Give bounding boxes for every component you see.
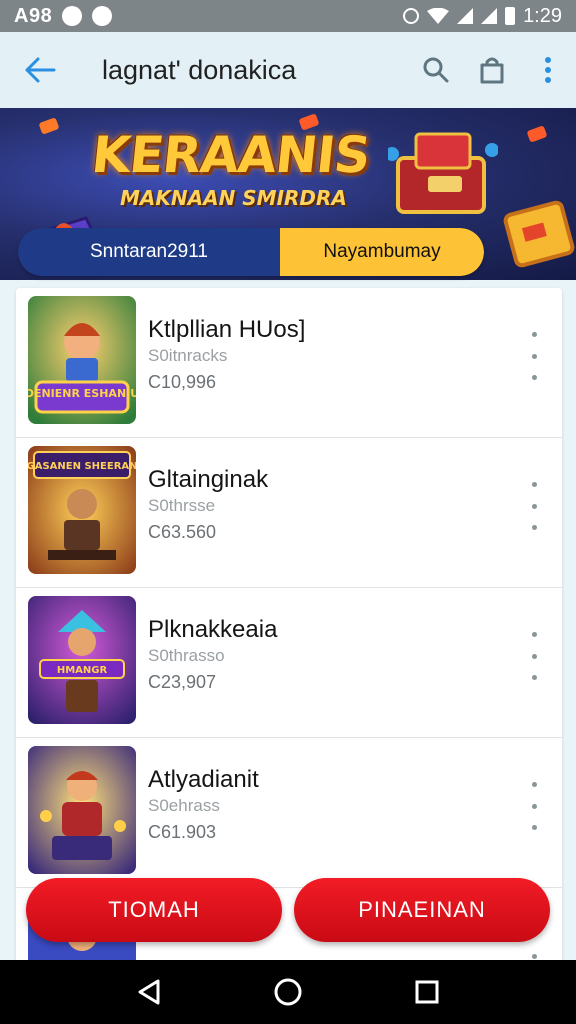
game-thumbnail: HMANGR [28,596,136,724]
status-bar: A98 1:29 [0,0,576,32]
banner-pill-right[interactable]: Nayambumay [280,228,484,276]
list-item[interactable]: HMANGR Plknakkeaia S0thrasso C23,907 [16,588,562,738]
page-title: lagnat' donakica [102,54,297,85]
alarm-icon [403,8,420,24]
item-more-button[interactable] [522,782,546,830]
game-thumbnail [28,746,136,874]
item-more-button[interactable] [522,332,546,380]
game-thumbnail: GASANEN SHEERAN [28,446,136,574]
more-vert-icon [531,332,537,337]
status-right-icons: 1:29 [403,5,562,28]
search-button[interactable] [408,32,464,108]
system-nav-bar [0,960,576,1024]
treasure-chest-icon [388,132,498,214]
game-list: DENIENR ESHANIU Ktlpllian HUos] S0itnrac… [16,288,562,968]
back-button[interactable] [0,32,80,108]
item-count: C63.560 [148,522,217,542]
nav-recents-button[interactable] [407,972,447,1012]
item-count: C61.903 [148,822,217,842]
thumbnail-text: GASANEN SHEERAN [28,461,136,472]
nav-home-button[interactable] [268,972,308,1012]
back-arrow-icon [25,57,56,83]
chat-icon [92,6,113,26]
item-subtitle: S0thrasso [148,646,225,665]
item-title: Plknakkeaia [148,616,278,643]
banner-subtitle: MAKNAAN SMIRDRA [120,186,347,210]
item-title: Atlyadianit [148,766,259,793]
more-options-button[interactable] [520,32,576,108]
status-left-text: A98 [14,4,53,27]
more-vert-icon [531,632,537,637]
nav-home-icon [274,978,302,1006]
item-more-button[interactable] [522,632,546,680]
item-more-button[interactable] [522,482,546,530]
banner-pill-left[interactable]: Snntaran2911 [18,228,280,276]
status-time: 1:29 [523,4,562,27]
item-title: Gltainginak [148,466,269,493]
wifi-icon [427,8,450,24]
list-item[interactable]: DENIENR ESHANIU Ktlpllian HUos] S0itnrac… [16,288,562,438]
right-action-button[interactable]: PINAEINAN [294,878,550,942]
item-count: C23,907 [148,672,217,692]
list-item[interactable]: GASANEN SHEERAN Gltainginak S0thrsse C63… [16,438,562,588]
thumbnail-text: DENIENR ESHANIU [28,387,136,400]
thumbnail-text: HMANGR [57,665,108,676]
notification-icon [62,6,83,26]
nav-back-icon [138,979,160,1005]
shopping-bag-icon [480,57,504,84]
signal-icon [457,8,474,24]
banner-title: KERAANIS [88,126,373,184]
more-vert-icon [531,482,537,487]
item-title: Ktlpllian HUos] [148,316,306,343]
more-vert-icon [545,57,551,83]
search-icon [423,57,449,83]
app-bar: lagnat' donakica [0,32,576,108]
item-subtitle: S0ehrass [148,796,220,815]
banner-pill: Snntaran2911 Nayambumay [18,228,484,276]
nav-recents-icon [415,980,439,1004]
nav-back-button[interactable] [129,972,169,1012]
more-vert-icon [531,782,537,787]
item-subtitle: S0itnracks [148,346,228,365]
gold-block-icon [503,200,575,268]
list-item[interactable]: Atlyadianit S0ehrass C61.903 [16,738,562,888]
item-subtitle: S0thrsse [148,496,216,515]
item-count: C10,996 [148,372,217,392]
shopping-bag-button[interactable] [464,32,520,108]
game-thumbnail: DENIENR ESHANIU [28,296,136,424]
battery-icon [505,7,516,25]
left-action-button[interactable]: TIOMAH [26,878,282,942]
signal-icon [481,8,498,24]
